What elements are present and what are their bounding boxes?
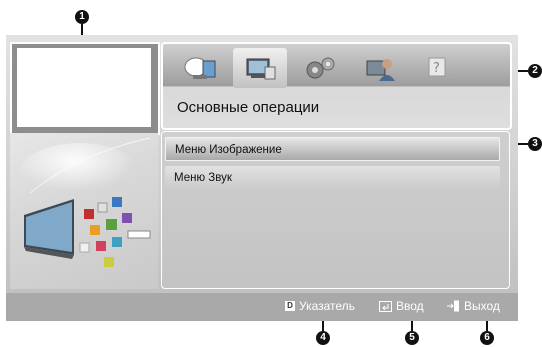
tab-satellite[interactable] [173,48,227,88]
svg-text:?: ? [433,61,440,76]
exit-icon [447,300,459,312]
enter-icon [379,300,392,312]
callout-4: 4 [316,331,330,345]
index-button[interactable]: D Указатель [285,299,355,313]
footer-bar: D Указатель Ввод Выход [6,293,518,321]
tv-illustration-icon [20,137,151,267]
enter-label: Ввод [396,299,424,313]
decorative-tv-art [10,133,158,289]
callout-3: 3 [528,137,542,151]
exit-label: Выход [464,299,500,313]
callout-5: 5 [405,331,419,345]
tv-manual-icon [246,58,276,80]
question-icon: ? [428,57,453,79]
satellite-dish-icon [184,57,216,79]
tab-help[interactable]: ? [413,48,467,88]
tab-support[interactable] [353,48,407,88]
tab-basic-operations[interactable] [233,48,287,88]
menu-item-picture[interactable]: Меню Изображение [165,137,500,161]
exit-button[interactable]: Выход [446,299,500,313]
category-header: ? Основные операции [161,42,512,130]
callout-6: 6 [480,331,494,345]
person-monitor-icon [366,59,395,81]
menu-list-panel: Меню Изображение Меню Звук [161,131,510,289]
tab-settings[interactable] [293,48,347,88]
menu-item-sound[interactable]: Меню Звук [165,166,500,190]
preview-screen [17,48,151,127]
index-label: Указатель [299,299,355,313]
category-title: Основные операции [177,99,320,116]
enter-button[interactable]: Ввод [379,299,424,313]
preview-panel [10,42,160,135]
gears-icon [306,57,335,79]
d-key-icon: D [285,301,295,311]
callout-1: 1 [75,10,89,24]
category-tabs: ? [173,48,467,88]
callout-2: 2 [528,64,542,78]
